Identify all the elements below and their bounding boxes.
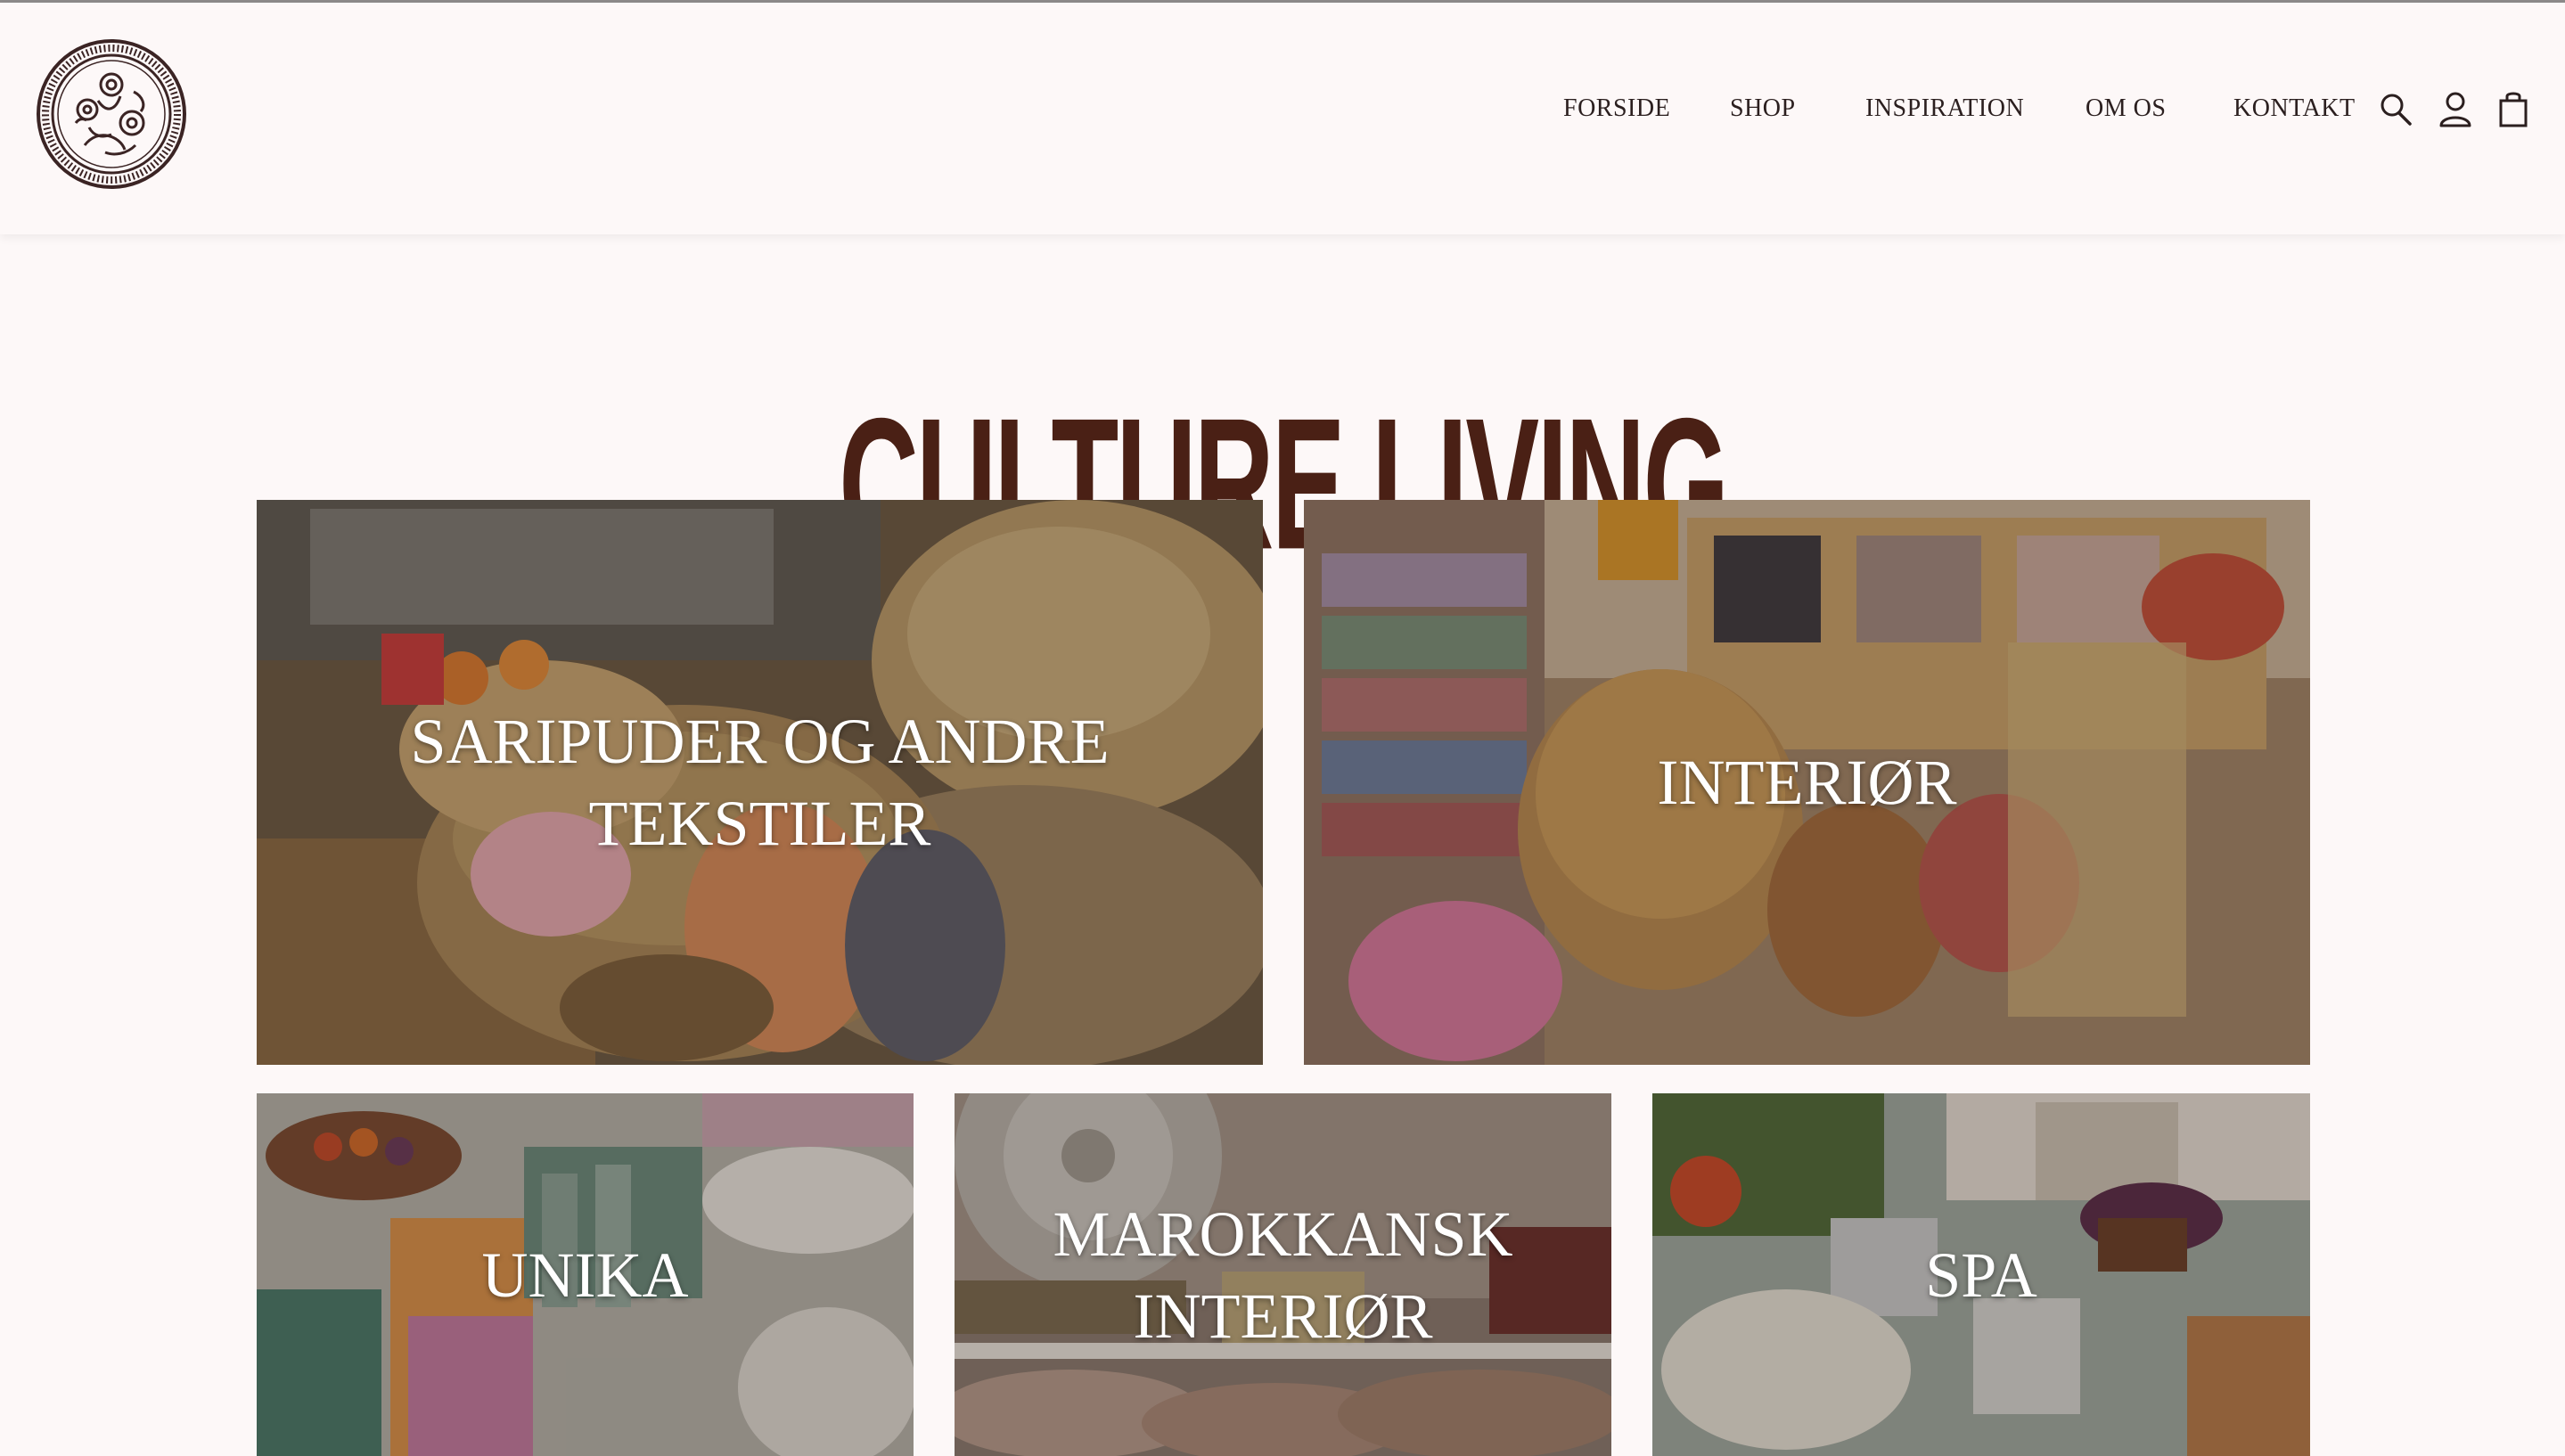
- category-tile-unika[interactable]: UNIKA: [257, 1093, 914, 1456]
- nav-inspiration[interactable]: INSPIRATION: [1865, 94, 2024, 123]
- nav-kontakt[interactable]: KONTAKT: [2233, 94, 2356, 123]
- nav-forside[interactable]: FORSIDE: [1563, 94, 1670, 123]
- cart-icon[interactable]: [2495, 90, 2531, 129]
- category-tile-interior[interactable]: INTERIØR: [1304, 500, 2310, 1065]
- nav-om-os[interactable]: OM OS: [2086, 94, 2166, 123]
- tile-caption: INTERIØR: [1657, 747, 1957, 818]
- tile-caption: MAROKKANSK INTERIØR: [1053, 1198, 1513, 1352]
- search-icon[interactable]: [2378, 90, 2413, 129]
- logo[interactable]: [36, 38, 187, 190]
- floral-medallion-logo: [37, 39, 186, 189]
- nav-shop[interactable]: SHOP: [1730, 94, 1796, 123]
- category-tile-tekstiler[interactable]: SARIPUDER OG ANDRE TEKSTILER: [257, 500, 1263, 1065]
- category-tile-marokkansk[interactable]: MAROKKANSK INTERIØR: [955, 1093, 1611, 1456]
- site-header: FORSIDE SHOP INSPIRATION OM OS KONTAKT: [0, 3, 2565, 234]
- user-icon[interactable]: [2438, 90, 2473, 129]
- category-tile-spa[interactable]: SPA: [1652, 1093, 2310, 1456]
- tile-caption: SARIPUDER OG ANDRE TEKSTILER: [410, 706, 1110, 859]
- tile-caption: UNIKA: [481, 1239, 689, 1311]
- tile-caption: SPA: [1925, 1239, 2037, 1311]
